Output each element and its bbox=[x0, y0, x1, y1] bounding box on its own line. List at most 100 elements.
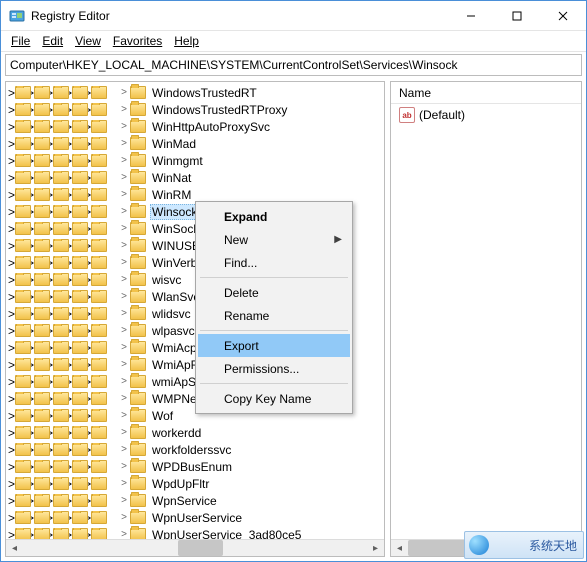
expand-icon[interactable]: > bbox=[8, 375, 15, 389]
expand-icon[interactable]: > bbox=[118, 121, 130, 132]
scroll-right-icon[interactable]: ▸ bbox=[367, 540, 384, 557]
folder-icon bbox=[130, 290, 146, 303]
menu-item[interactable]: New▶ bbox=[198, 228, 350, 251]
expand-icon[interactable]: > bbox=[118, 393, 130, 404]
expand-icon[interactable]: > bbox=[118, 104, 130, 115]
folder-icon bbox=[53, 375, 69, 388]
expand-icon[interactable]: > bbox=[118, 308, 130, 319]
expand-icon[interactable]: > bbox=[118, 359, 130, 370]
maximize-button[interactable] bbox=[494, 1, 540, 30]
expand-icon[interactable]: > bbox=[8, 103, 15, 117]
menu-item[interactable]: Find... bbox=[198, 251, 350, 274]
expand-icon[interactable]: > bbox=[8, 154, 15, 168]
expand-icon[interactable]: > bbox=[118, 257, 130, 268]
expand-icon[interactable]: > bbox=[8, 239, 15, 253]
expand-icon[interactable]: > bbox=[8, 307, 15, 321]
expand-icon[interactable]: > bbox=[8, 205, 15, 219]
tree-item[interactable]: >>>>>>WinMad bbox=[8, 135, 384, 152]
expand-icon[interactable]: > bbox=[118, 325, 130, 336]
folder-icon bbox=[15, 392, 31, 405]
list-pane[interactable]: Name ab(Default) ◂ ▸ bbox=[390, 81, 582, 557]
expand-icon[interactable]: > bbox=[8, 222, 15, 236]
folder-icon bbox=[91, 477, 107, 490]
folder-icon bbox=[53, 171, 69, 184]
menu-file[interactable]: File bbox=[5, 32, 36, 50]
expand-icon[interactable]: > bbox=[8, 137, 15, 151]
expand-icon[interactable]: > bbox=[118, 478, 130, 489]
scroll-left-icon[interactable]: ◂ bbox=[391, 540, 408, 557]
address-bar[interactable]: Computer\HKEY_LOCAL_MACHINE\SYSTEM\Curre… bbox=[5, 54, 582, 76]
expand-icon[interactable]: > bbox=[118, 172, 130, 183]
folder-icon bbox=[15, 477, 31, 490]
expand-icon[interactable]: > bbox=[8, 443, 15, 457]
scroll-thumb[interactable] bbox=[178, 540, 223, 556]
menu-edit[interactable]: Edit bbox=[36, 32, 69, 50]
expand-icon[interactable]: > bbox=[118, 342, 130, 353]
tree-item[interactable]: >>>>>>workfolderssvc bbox=[8, 441, 384, 458]
expand-icon[interactable]: > bbox=[8, 273, 15, 287]
expand-icon[interactable]: > bbox=[118, 495, 130, 506]
minimize-button[interactable] bbox=[448, 1, 494, 30]
list-header-name[interactable]: Name bbox=[391, 82, 581, 104]
menu-help[interactable]: Help bbox=[168, 32, 205, 50]
tree-item[interactable]: >>>>>>workerdd bbox=[8, 424, 384, 441]
expand-icon[interactable]: > bbox=[8, 460, 15, 474]
tree-item[interactable]: >>>>>>WpnService bbox=[8, 492, 384, 509]
expand-icon[interactable]: > bbox=[118, 410, 130, 421]
expand-icon[interactable]: > bbox=[8, 409, 15, 423]
menu-view[interactable]: View bbox=[69, 32, 107, 50]
expand-icon[interactable]: > bbox=[8, 86, 15, 100]
tree-item[interactable]: >>>>>>WinHttpAutoProxySvc bbox=[8, 118, 384, 135]
expand-icon[interactable]: > bbox=[8, 341, 15, 355]
expand-icon[interactable]: > bbox=[118, 155, 130, 166]
expand-icon[interactable]: > bbox=[8, 171, 15, 185]
menu-item[interactable]: Permissions... bbox=[198, 357, 350, 380]
expand-icon[interactable]: > bbox=[118, 138, 130, 149]
menu-item[interactable]: Rename bbox=[198, 304, 350, 327]
expand-icon[interactable]: > bbox=[118, 189, 130, 200]
expand-icon[interactable]: > bbox=[8, 494, 15, 508]
tree-item-label: workerdd bbox=[150, 426, 203, 440]
tree-item[interactable]: >>>>>>WPDBusEnum bbox=[8, 458, 384, 475]
expand-icon[interactable]: > bbox=[8, 290, 15, 304]
tree-item[interactable]: >>>>>>WpdUpFltr bbox=[8, 475, 384, 492]
expand-icon[interactable]: > bbox=[8, 188, 15, 202]
expand-icon[interactable]: > bbox=[8, 324, 15, 338]
expand-icon[interactable]: > bbox=[118, 512, 130, 523]
scroll-track[interactable] bbox=[23, 540, 367, 556]
tree-item[interactable]: >>>>>>WpnUserService bbox=[8, 509, 384, 526]
tree-item[interactable]: >>>>>>WindowsTrustedRT bbox=[8, 84, 384, 101]
tree-item[interactable]: >>>>>>WinNat bbox=[8, 169, 384, 186]
close-button[interactable] bbox=[540, 1, 586, 30]
list-row[interactable]: ab(Default) bbox=[395, 106, 577, 124]
window-controls bbox=[448, 1, 586, 30]
expand-icon[interactable]: > bbox=[8, 392, 15, 406]
scroll-thumb[interactable] bbox=[408, 540, 470, 556]
expand-icon[interactable]: > bbox=[8, 120, 15, 134]
tree-item[interactable]: >>>>>>WindowsTrustedRTProxy bbox=[8, 101, 384, 118]
menu-item[interactable]: Export bbox=[198, 334, 350, 357]
expand-icon[interactable]: > bbox=[118, 206, 130, 217]
expand-icon[interactable]: > bbox=[118, 240, 130, 251]
expand-icon[interactable]: > bbox=[8, 511, 15, 525]
expand-icon[interactable]: > bbox=[118, 223, 130, 234]
folder-icon bbox=[34, 273, 50, 286]
expand-icon[interactable]: > bbox=[118, 274, 130, 285]
expand-icon[interactable]: > bbox=[118, 427, 130, 438]
menu-favorites[interactable]: Favorites bbox=[107, 32, 168, 50]
scroll-left-icon[interactable]: ◂ bbox=[6, 540, 23, 557]
expand-icon[interactable]: > bbox=[8, 256, 15, 270]
menu-item[interactable]: Delete bbox=[198, 281, 350, 304]
expand-icon[interactable]: > bbox=[118, 461, 130, 472]
tree-horizontal-scrollbar[interactable]: ◂ ▸ bbox=[6, 539, 384, 556]
expand-icon[interactable]: > bbox=[118, 87, 130, 98]
tree-item[interactable]: >>>>>>Winmgmt bbox=[8, 152, 384, 169]
expand-icon[interactable]: > bbox=[118, 291, 130, 302]
menu-item[interactable]: Copy Key Name bbox=[198, 387, 350, 410]
expand-icon[interactable]: > bbox=[118, 444, 130, 455]
expand-icon[interactable]: > bbox=[8, 477, 15, 491]
expand-icon[interactable]: > bbox=[8, 426, 15, 440]
menu-item[interactable]: Expand bbox=[198, 205, 350, 228]
expand-icon[interactable]: > bbox=[8, 358, 15, 372]
expand-icon[interactable]: > bbox=[118, 376, 130, 387]
